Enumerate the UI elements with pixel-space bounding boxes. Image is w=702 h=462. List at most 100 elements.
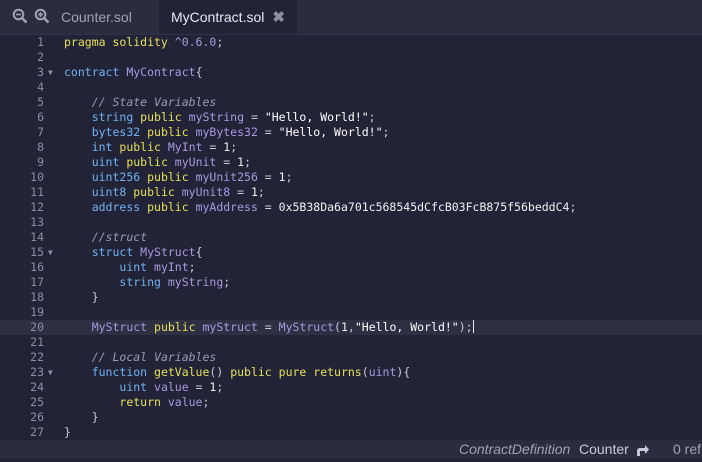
code-token: ; (257, 185, 265, 199)
code-text: contract MyContract{ (64, 65, 203, 80)
code-text: uint8 public myUnit8 = 1; (64, 185, 265, 200)
code-line[interactable]: 8 int public MyInt = 1; (0, 140, 702, 155)
code-editor[interactable]: 1 pragma solidity ^0.6.0; 2 3 ▼ contract MyCo… (0, 35, 702, 440)
code-token: "Hello, World!" (278, 125, 383, 139)
line-number: 21 (30, 335, 44, 349)
code-text: uint value = 1; (64, 380, 223, 395)
code-line[interactable]: 18 } (0, 290, 702, 305)
code-text: uint256 public myUnit256 = 1; (64, 170, 293, 185)
code-token: myAddress (195, 200, 258, 214)
code-line[interactable]: 15 ▼ struct MyStruct{ (0, 245, 702, 260)
code-token: myUnit256 (195, 170, 258, 184)
code-line[interactable]: 13 (0, 215, 702, 230)
code-line[interactable]: 25 return value; (0, 395, 702, 410)
code-token: ^0.6.0 (174, 35, 217, 49)
code-token: myStruct (202, 320, 258, 334)
code-token: = (244, 110, 265, 124)
code-token: bytes32 (91, 125, 148, 139)
tab-mycontract-sol[interactable]: MyContract.sol ✖ (159, 0, 297, 34)
code-line[interactable]: 12 address public myAddress = 0x5B38Da6a… (0, 200, 702, 215)
line-number: 25 (30, 395, 44, 409)
code-token: getValue (154, 365, 210, 379)
code-line[interactable]: 7 bytes32 public myBytes32 = "Hello, Wor… (0, 125, 702, 140)
code-text: MyStruct public myStruct = MyStruct(1,"H… (64, 320, 474, 335)
code-line[interactable]: 21 (0, 335, 702, 350)
zoom-in-icon[interactable] (34, 8, 50, 24)
code-text: //struct (64, 230, 147, 245)
code-line[interactable]: 3 ▼ contract MyContract{ (0, 65, 702, 80)
code-line[interactable]: 27} (0, 425, 702, 440)
close-icon[interactable]: ✖ (272, 1, 285, 35)
code-token: = (216, 155, 238, 169)
code-line[interactable]: 10 uint256 public myUnit256 = 1; (0, 170, 702, 185)
code-line[interactable]: 20 MyStruct public myStruct = MyStruct(1… (0, 320, 702, 335)
status-refs: 0 ref (673, 441, 702, 457)
code-line[interactable]: 24 uint value = 1; (0, 380, 702, 395)
code-line[interactable]: 4 (0, 80, 702, 95)
code-token: = (257, 200, 279, 214)
code-line[interactable]: 16 uint myInt; (0, 260, 702, 275)
code-token: uint256 (91, 170, 148, 184)
code-token: ( (361, 365, 369, 379)
code-token: 1 (250, 185, 258, 199)
code-token: int (91, 140, 120, 154)
goto-arrow-icon[interactable] (636, 443, 650, 456)
code-text: // Local Variables (64, 350, 217, 365)
code-token: MyStruct (91, 320, 155, 334)
line-number: 19 (30, 305, 44, 319)
code-line[interactable]: 2 (0, 50, 702, 65)
fold-toggle-icon[interactable]: ▼ (48, 245, 53, 260)
code-text: return value; (64, 395, 209, 410)
code-line[interactable]: 9 uint public myUnit = 1; (0, 155, 702, 170)
code-token: return (119, 395, 168, 409)
code-token: = (257, 320, 279, 334)
code-line[interactable]: 17 string myString; (0, 275, 702, 290)
line-number: 9 (37, 155, 44, 169)
code-token: public (133, 185, 182, 199)
fold-toggle-icon[interactable]: ▼ (48, 65, 53, 80)
code-token: uint8 (91, 185, 134, 199)
code-token: public (140, 110, 189, 124)
line-number: 24 (30, 380, 44, 394)
code-token: string (91, 110, 141, 124)
code-line[interactable]: 22 // Local Variables (0, 350, 702, 365)
line-number: 15 (30, 245, 44, 259)
code-token: 0x5B38Da6a701c568545dCfcB03FcB875f56bedd… (278, 200, 570, 214)
code-text: bytes32 public myBytes32 = "Hello, World… (64, 125, 390, 140)
code-token: = (257, 170, 279, 184)
code-token: ( (334, 320, 341, 334)
line-number: 10 (30, 170, 44, 184)
text-cursor (472, 320, 474, 333)
line-number: 3 (37, 65, 44, 79)
code-text: } (64, 425, 71, 440)
code-line[interactable]: 6 string public myString = "Hello, World… (0, 110, 702, 125)
code-line[interactable]: 23 ▼ function getValue() public pure retu… (0, 365, 702, 380)
code-line[interactable]: 1 pragma solidity ^0.6.0; (0, 35, 702, 50)
code-token: ; (244, 155, 251, 169)
code-token: ; (223, 275, 231, 289)
code-text: uint public myUnit = 1; (64, 155, 251, 170)
code-token: = (230, 185, 251, 199)
code-line[interactable]: 19 (0, 305, 702, 320)
code-token: () (209, 365, 231, 379)
fold-toggle-icon[interactable]: ▼ (48, 365, 53, 380)
code-line[interactable]: 11 uint8 public myUnit8 = 1; (0, 185, 702, 200)
tab-label: MyContract.sol (171, 9, 265, 25)
tab-counter-sol[interactable]: Counter.sol (49, 0, 144, 34)
code-token: MyStruct (278, 320, 335, 334)
code-text: string public myString = "Hello, World!"… (64, 110, 376, 125)
code-line[interactable]: 5 // State Variables (0, 95, 702, 110)
code-line[interactable]: 26 } (0, 410, 702, 425)
code-token: , (347, 320, 355, 334)
zoom-out-icon[interactable] (12, 8, 28, 24)
code-token: ; (202, 395, 210, 409)
code-line[interactable]: 14 //struct (0, 230, 702, 245)
line-number: 14 (30, 230, 44, 244)
